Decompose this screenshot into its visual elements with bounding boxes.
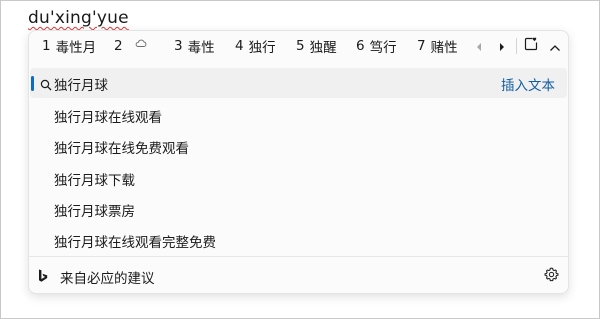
candidate-bar: 1 毒性月 2 3 毒性 4 独行 5 独醒 6 笃行 7 赌性 xyxy=(29,31,568,61)
candidate-4[interactable]: 4 独行 xyxy=(235,31,276,61)
collapse-icon xyxy=(549,37,561,56)
candidate-5[interactable]: 5 独醒 xyxy=(296,31,337,61)
sticker-button[interactable] xyxy=(521,36,541,56)
sticker-icon xyxy=(523,36,539,56)
suggestion-item[interactable]: 独行月球在线免费观看 xyxy=(54,137,189,157)
suggestion-item[interactable]: 独行月球下载 xyxy=(54,169,135,189)
candidate-number: 2 xyxy=(114,38,123,54)
candidate-number: 7 xyxy=(417,38,426,54)
bing-icon xyxy=(38,268,48,287)
candidate-text: 独行 xyxy=(248,40,276,56)
cloud-icon xyxy=(135,35,147,51)
search-suggestion-row[interactable]: 独行月球 插入文本 xyxy=(30,68,567,98)
divider xyxy=(516,38,517,54)
candidate-number: 6 xyxy=(356,38,365,54)
prev-page-button[interactable] xyxy=(469,36,489,56)
search-query: 独行月球 xyxy=(54,78,108,94)
next-page-icon xyxy=(498,37,506,56)
candidate-3[interactable]: 3 毒性 xyxy=(174,31,215,61)
candidate-text: 毒性月 xyxy=(55,40,97,56)
bing-suggestions-label: 来自必应的建议 xyxy=(60,271,155,287)
collapse-button[interactable] xyxy=(545,36,565,56)
suggestion-item[interactable]: 独行月球在线观看 xyxy=(54,106,162,126)
composition-string: du'xing'yue xyxy=(28,8,129,28)
suggestion-item[interactable]: 独行月球票房 xyxy=(54,200,135,220)
candidate-text: 独醒 xyxy=(309,40,337,56)
candidate-number: 5 xyxy=(296,38,305,54)
prev-page-icon xyxy=(475,37,483,56)
candidate-2-cloud[interactable]: 2 xyxy=(114,31,147,61)
footer-divider xyxy=(29,256,568,257)
candidate-text: 笃行 xyxy=(369,40,397,56)
candidate-7[interactable]: 7 赌性 xyxy=(417,31,458,61)
suggestion-item[interactable]: 独行月球在线观看完整免费 xyxy=(54,231,216,251)
gear-icon[interactable] xyxy=(544,267,559,286)
next-page-button[interactable] xyxy=(492,36,512,56)
candidate-text: 毒性 xyxy=(187,40,215,56)
candidate-number: 4 xyxy=(235,38,244,54)
candidate-number: 1 xyxy=(42,38,51,54)
candidate-number: 3 xyxy=(174,38,183,54)
insert-text-link[interactable]: 插入文本 xyxy=(501,74,555,94)
candidate-text: 赌性 xyxy=(430,40,458,56)
ime-candidate-panel: 1 毒性月 2 3 毒性 4 独行 5 独醒 6 笃行 7 赌性 独行月球 插入… xyxy=(28,30,569,294)
search-icon xyxy=(40,76,52,95)
candidate-6[interactable]: 6 笃行 xyxy=(356,31,397,61)
candidate-1[interactable]: 1 毒性月 xyxy=(42,31,96,61)
selection-indicator xyxy=(31,76,34,91)
